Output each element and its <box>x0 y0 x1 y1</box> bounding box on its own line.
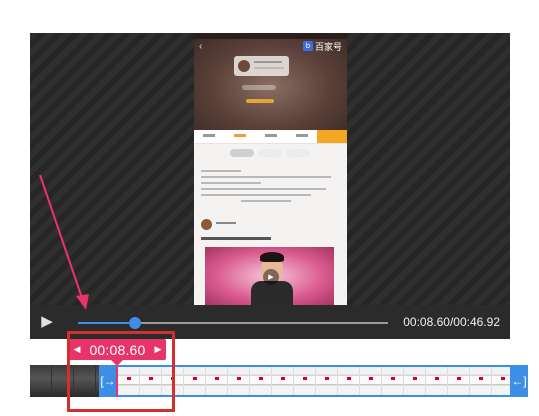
video-preview: ‹ b 百家号 ▶ <box>30 33 510 305</box>
timeline-frame <box>74 365 96 397</box>
timeline-frame <box>448 365 470 397</box>
timeline-frame <box>184 365 206 397</box>
timeline-frame <box>162 365 184 397</box>
time-readout: 00:08.60/00:46.92 <box>403 315 500 329</box>
seek-progress <box>78 322 135 324</box>
preview-frame: ‹ b 百家号 ▶ <box>194 33 347 305</box>
profile-tab <box>194 130 225 143</box>
status-bar <box>194 33 347 39</box>
profile-subtabs <box>230 149 310 157</box>
timeline-frame <box>316 365 338 397</box>
play-icon: ▶ <box>41 313 53 330</box>
timeline-frame <box>52 365 74 397</box>
timeline-frame <box>250 365 272 397</box>
timeline-frame <box>228 365 250 397</box>
play-button[interactable]: ▶ <box>38 313 56 331</box>
decrement-time-button[interactable]: ◀ <box>69 344 85 355</box>
profile-tabs <box>194 130 347 144</box>
profile-tab <box>256 130 287 143</box>
profile-tab-cta <box>317 130 347 143</box>
timeline-frame <box>30 365 52 397</box>
playhead-marker <box>116 366 118 397</box>
timeline-frame <box>338 365 360 397</box>
seek-bar[interactable] <box>78 317 388 329</box>
trim-time-value: 00:08.60 <box>89 341 146 358</box>
post-title <box>201 237 271 240</box>
profile-card <box>234 56 289 76</box>
post-header <box>201 219 341 231</box>
timeline-frame <box>404 365 426 397</box>
profile-tab <box>225 130 256 143</box>
avatar <box>201 219 212 230</box>
seek-handle[interactable] <box>128 317 141 329</box>
brand-watermark-text: 百家号 <box>314 42 342 53</box>
trim-time-tag: ◀ 00:08.60 ▶ <box>69 339 166 360</box>
profile-tab <box>286 130 317 143</box>
profile-bio-text <box>201 170 336 206</box>
trim-start-handle[interactable]: [→ <box>99 365 117 397</box>
brand-watermark: b 百家号 <box>300 40 345 53</box>
timeline-frame <box>470 365 492 397</box>
avatar <box>238 60 250 72</box>
brand-logo-icon: b <box>302 41 313 51</box>
profile-caption <box>242 85 276 90</box>
timeline-strip[interactable]: [→ ←] <box>30 365 528 397</box>
timeline-frame <box>272 365 294 397</box>
back-arrow-icon: ‹ <box>199 41 203 52</box>
timeline-frame <box>140 365 162 397</box>
timeline-frame <box>118 365 140 397</box>
trim-end-handle[interactable]: ←] <box>510 365 528 397</box>
timeline-frame <box>294 365 316 397</box>
thumbnail-play-icon: ▶ <box>263 269 279 285</box>
playback-controls: ▶ 00:08.60/00:46.92 <box>30 305 510 339</box>
video-thumbnail: ▶ <box>205 247 334 305</box>
profile-link <box>246 99 274 103</box>
timeline-frame <box>426 365 448 397</box>
profile-header-image: ‹ b 百家号 <box>194 33 347 130</box>
trim-end-icon: ←] <box>511 374 527 388</box>
timeline-frame <box>382 365 404 397</box>
trim-start-icon: [→ <box>100 374 116 388</box>
timeline-frame <box>206 365 228 397</box>
video-trim-editor: ‹ b 百家号 ▶ ▶ 00:08.60/00:46.92 ◀ 00:08.60… <box>0 0 539 416</box>
increment-time-button[interactable]: ▶ <box>150 344 166 355</box>
timeline-frame <box>360 365 382 397</box>
